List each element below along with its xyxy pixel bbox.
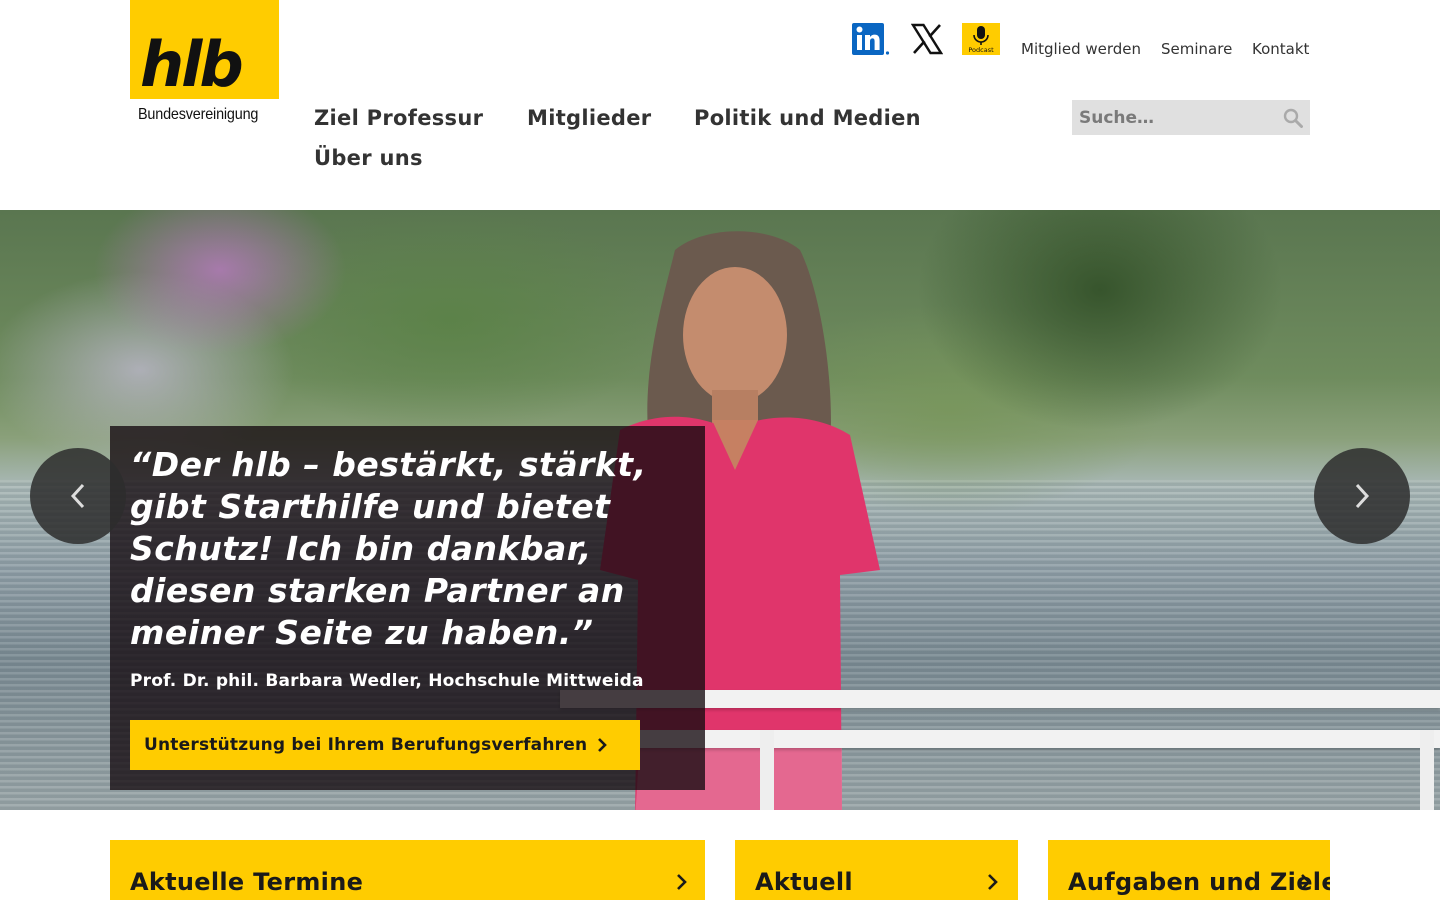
card-label: Aktuelle Termine xyxy=(130,868,364,896)
railing-post xyxy=(1420,730,1434,810)
hero-quote-box: “Der hlb – bestärkt, stärkt, gibt Starth… xyxy=(110,426,705,790)
hlb-logo[interactable]: hlb Bundesvereinigung xyxy=(130,0,279,128)
chevron-right-icon xyxy=(1301,874,1311,890)
podcast-icon: Podcast xyxy=(962,23,1000,55)
search-input[interactable] xyxy=(1072,100,1272,135)
hero-cta-button[interactable]: Unterstützung bei Ihrem Berufungsverfahr… xyxy=(130,720,640,770)
search-icon xyxy=(1283,108,1303,128)
hero-slider: “Der hlb – bestärkt, stärkt, gibt Starth… xyxy=(0,210,1440,810)
chevron-right-icon xyxy=(1355,483,1370,509)
slider-next-button[interactable] xyxy=(1314,448,1410,544)
nav-ueber-uns[interactable]: Über uns xyxy=(314,146,423,170)
card-label: Aktuell xyxy=(755,868,853,896)
logo-wordmark: hlb xyxy=(140,28,244,101)
nav-mitglieder[interactable]: Mitglieder xyxy=(527,106,651,130)
meta-nav-seminars[interactable]: Seminare xyxy=(1161,40,1232,58)
x-link[interactable] xyxy=(908,22,946,56)
search-box xyxy=(1072,100,1310,135)
linkedin-icon xyxy=(852,23,890,55)
chevron-left-icon xyxy=(70,483,85,509)
linkedin-link[interactable] xyxy=(852,22,890,56)
hero-quote: “Der hlb – bestärkt, stärkt, gibt Starth… xyxy=(130,445,647,652)
card-label: Aufgaben und Ziele xyxy=(1068,868,1330,896)
railing-post xyxy=(760,730,774,810)
card-aktuell[interactable]: Aktuell xyxy=(735,840,1018,900)
chevron-right-icon xyxy=(988,874,998,890)
chevron-right-icon xyxy=(597,737,608,753)
meta-nav-contact[interactable]: Kontakt xyxy=(1252,40,1309,58)
search-button[interactable] xyxy=(1282,107,1304,129)
hero-quote-author: Prof. Dr. phil. Barbara Wedler, Hochschu… xyxy=(130,671,644,691)
svg-text:Podcast: Podcast xyxy=(968,46,994,54)
nav-politik-und-medien[interactable]: Politik und Medien xyxy=(694,106,921,130)
podcast-link[interactable]: Podcast xyxy=(962,22,1000,56)
hero-cta-label: Unterstützung bei Ihrem Berufungsverfahr… xyxy=(144,735,588,755)
card-aktuelle-termine[interactable]: Aktuelle Termine xyxy=(110,840,705,900)
meta-nav-member[interactable]: Mitglied werden xyxy=(1021,40,1141,58)
chevron-right-icon xyxy=(677,874,687,890)
card-aufgaben-und-ziele[interactable]: Aufgaben und Ziele xyxy=(1048,840,1330,900)
x-icon xyxy=(911,23,943,55)
slider-prev-button[interactable] xyxy=(30,448,126,544)
logo-subtitle: Bundesvereinigung xyxy=(138,106,259,123)
nav-ziel-professur[interactable]: Ziel Professur xyxy=(314,106,483,130)
